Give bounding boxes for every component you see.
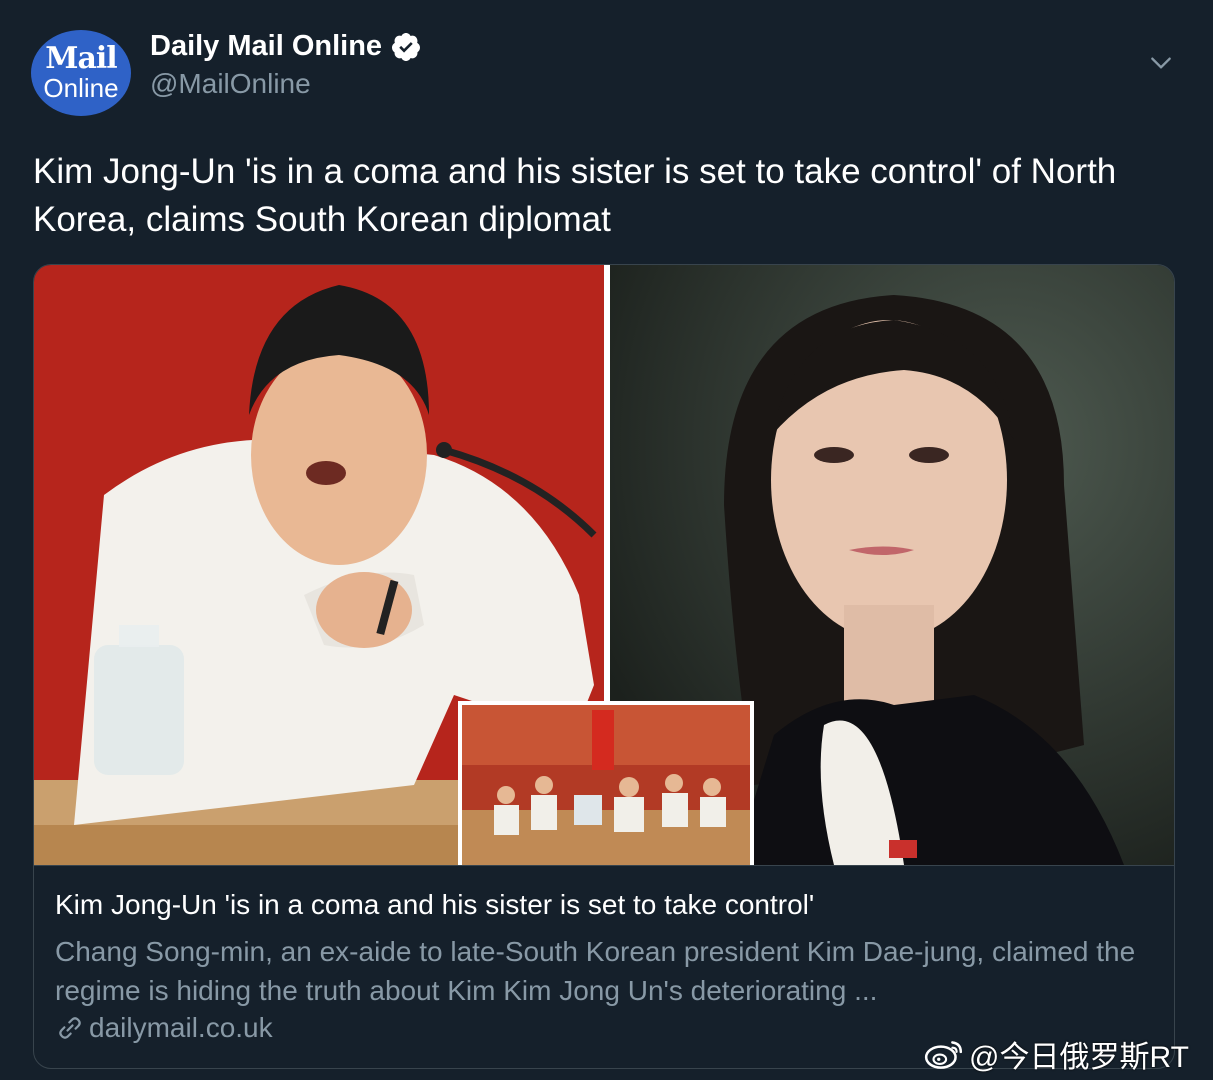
- inset-photo: [458, 701, 754, 865]
- verified-badge-icon: [392, 32, 421, 61]
- link-icon: [59, 1017, 81, 1039]
- author-name-row: Daily Mail Online: [150, 30, 422, 63]
- tweet-text: Kim Jong-Un 'is in a coma and his sister…: [33, 152, 1117, 239]
- author-display-name[interactable]: Daily Mail Online: [150, 30, 382, 63]
- card-title[interactable]: Kim Jong-Un 'is in a coma and his sister…: [55, 889, 1155, 921]
- card-domain[interactable]: dailymail.co.uk: [55, 1012, 273, 1044]
- weibo-logo-icon: [924, 1041, 963, 1069]
- avatar-logo-line1: Mail: [45, 41, 117, 76]
- author-handle[interactable]: @MailOnline: [150, 68, 311, 100]
- chevron-down-icon[interactable]: [1148, 50, 1174, 76]
- avatar[interactable]: Mail Online: [31, 30, 131, 116]
- card-description: Chang Song-min, an ex-aide to late-South…: [55, 936, 1136, 1006]
- watermark: @今日俄罗斯RT: [923, 1032, 1189, 1076]
- tweet[interactable]: Mail Online Daily Mail Online @MailOnlin…: [0, 0, 1213, 1080]
- watermark-text: @今日俄罗斯RT: [969, 1041, 1189, 1074]
- avatar-logo-line2: Online: [43, 73, 119, 103]
- card-divider: [34, 865, 1174, 866]
- card-domain-text: dailymail.co.uk: [89, 1012, 273, 1043]
- link-card[interactable]: Kim Jong-Un 'is in a coma and his sister…: [33, 264, 1175, 1069]
- card-image[interactable]: [34, 265, 1175, 865]
